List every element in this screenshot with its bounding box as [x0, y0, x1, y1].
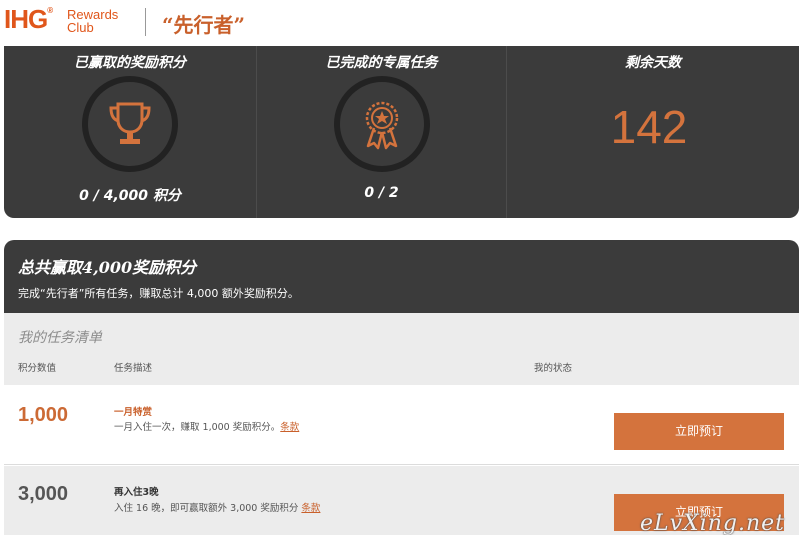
trophy-badge: [82, 76, 178, 172]
task-list-header: 我的任务清单 积分数值 任务描述 我的状态: [4, 313, 799, 385]
bonus-subtitle: 完成“先行者”所有任务，赚取总计 4,000 额外奖励积分。: [18, 287, 299, 300]
bonus-panel: 总共赢取4,000奖励积分 完成“先行者”所有任务，赚取总计 4,000 额外奖…: [4, 240, 799, 535]
column-header-description: 任务描述: [114, 363, 153, 374]
promo-title: “先行者”: [162, 13, 246, 37]
stat-title: 已完成的专属任务: [325, 55, 438, 71]
ihg-logo[interactable]: IHG®: [4, 4, 53, 35]
column-header-status: 我的状态: [534, 363, 573, 374]
stat-value: 0 / 2: [364, 185, 399, 201]
stat-title: 已赢取的奖励积分: [74, 55, 186, 71]
trophy-icon: [109, 102, 151, 144]
task-description: 一月入住一次，赚取 1,000 奖励积分。条款: [114, 422, 300, 433]
task-points: 3,000: [18, 483, 69, 505]
site-header: IHG® Rewards Club “先行者”: [0, 0, 800, 46]
bonus-title: 总共赢取4,000奖励积分: [18, 258, 197, 277]
task-list-title: 我的任务清单: [18, 330, 102, 346]
terms-link[interactable]: 条款: [280, 422, 299, 433]
watermark: eLvXing.net: [639, 511, 785, 535]
task-row: 1,000 一月特赏 一月入住一次，赚取 1,000 奖励积分。条款 立即预订: [4, 385, 799, 465]
award-badge: [333, 76, 430, 172]
stats-panel: 已赢取的奖励积分 0 / 4,000 积分 已完成的专属任务 0 / 2 剩余天…: [4, 46, 799, 218]
stat-points-earned: 已赢取的奖励积分 0 / 4,000 积分: [4, 46, 256, 218]
rewards-club-logo-text: Rewards Club: [67, 7, 119, 35]
stat-value: 0 / 4,000 积分: [79, 188, 181, 204]
column-header-points: 积分数值: [18, 363, 57, 374]
task-points: 1,000: [18, 404, 69, 426]
header-divider: [145, 8, 146, 36]
stat-title: 剩余天数: [625, 55, 681, 71]
bonus-header: 总共赢取4,000奖励积分 完成“先行者”所有任务，赚取总计 4,000 额外奖…: [4, 240, 799, 313]
award-ribbon-icon: [365, 101, 398, 150]
task-name: 再入住3晚: [114, 487, 159, 498]
task-name: 一月特赏: [114, 407, 153, 418]
task-row: 3,000 再入住3晚 入住 16 晚，即可赢取额外 3,000 奖励积分 条款…: [4, 466, 799, 535]
stat-days-remaining: 剩余天数 142: [506, 46, 799, 218]
task-description: 入住 16 晚，即可赢取额外 3,000 奖励积分 条款: [114, 503, 321, 514]
days-remaining-value: 142: [610, 101, 688, 153]
terms-link[interactable]: 条款: [301, 503, 320, 514]
stat-tasks-completed: 已完成的专属任务 0 / 2: [256, 46, 506, 218]
book-now-button[interactable]: 立即预订: [614, 413, 784, 450]
